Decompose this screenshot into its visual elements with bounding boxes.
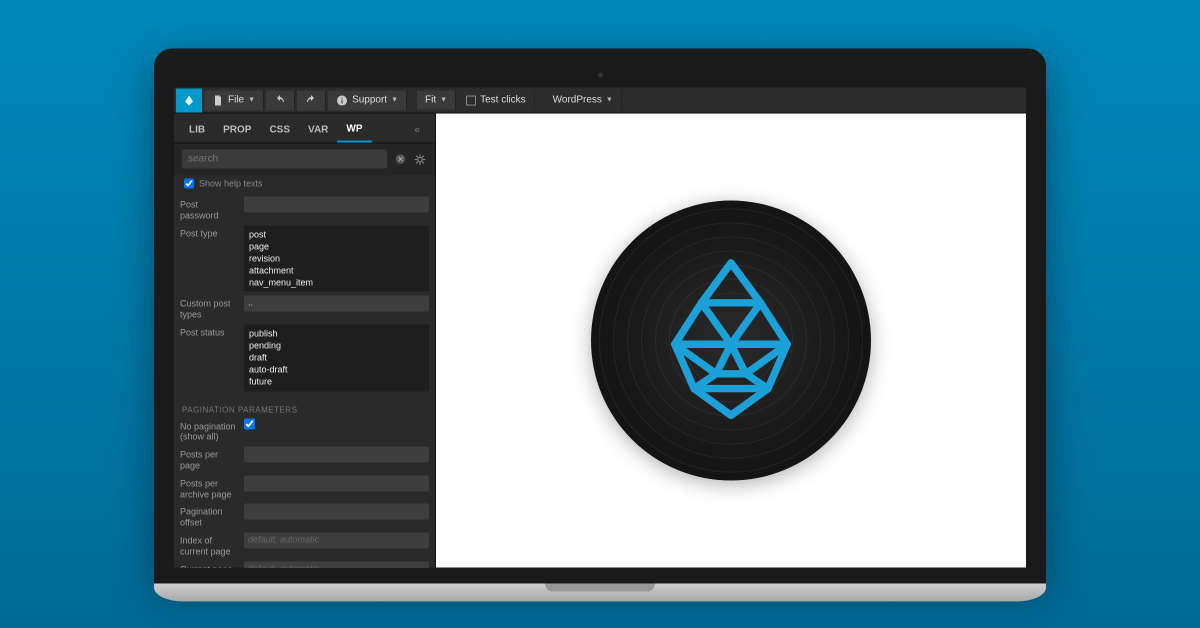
- posts-per-archive-input[interactable]: [244, 475, 429, 491]
- custom-post-types-input[interactable]: ..: [244, 296, 429, 312]
- tab-wp[interactable]: WP: [337, 118, 371, 143]
- wordpress-menu[interactable]: WordPress ▼: [545, 91, 622, 110]
- posts-per-archive-label: Posts per archive page: [180, 475, 238, 500]
- list-item[interactable]: auto-draft: [249, 364, 424, 376]
- list-item[interactable]: page: [249, 240, 424, 252]
- logo-button[interactable]: [176, 88, 202, 112]
- support-menu[interactable]: Support ▼: [328, 90, 407, 110]
- info-icon: [336, 94, 348, 106]
- tab-var[interactable]: VAR: [299, 119, 337, 142]
- properties-panel[interactable]: Post password Post type post page revisi…: [174, 193, 435, 568]
- collapse-sidebar-button[interactable]: «: [405, 119, 429, 142]
- redo-icon: [305, 94, 317, 106]
- tab-prop[interactable]: PROP: [214, 119, 260, 142]
- list-item[interactable]: nav_menu_item: [249, 277, 424, 289]
- clear-search-button[interactable]: [393, 152, 407, 166]
- wordpress-label: WordPress: [553, 95, 602, 106]
- chevron-down-icon: ▼: [606, 97, 613, 104]
- no-pagination-checkbox[interactable]: [244, 418, 255, 429]
- pinegrow-logo-icon: [656, 256, 806, 426]
- list-item[interactable]: pending: [249, 340, 424, 352]
- post-password-label: Post password: [180, 197, 238, 222]
- pagination-offset-input[interactable]: [244, 504, 429, 520]
- checkbox-icon: [466, 95, 476, 105]
- test-clicks-toggle[interactable]: Test clicks: [458, 91, 535, 110]
- top-toolbar: File ▼ Support ▼ Fit ▼: [174, 88, 1026, 114]
- list-item[interactable]: revision: [249, 252, 424, 264]
- chevron-down-icon: ▼: [391, 97, 398, 104]
- post-password-input[interactable]: [244, 197, 429, 213]
- fit-label: Fit: [425, 95, 436, 106]
- show-help-label: Show help texts: [199, 179, 263, 189]
- show-help-checkbox[interactable]: [184, 179, 194, 189]
- posts-per-page-label: Posts per page: [180, 447, 238, 472]
- camera-dot: [598, 73, 603, 78]
- file-icon: [212, 94, 224, 106]
- list-item[interactable]: draft: [249, 352, 424, 364]
- current-static-input[interactable]: default, automatic: [244, 561, 429, 567]
- gear-icon: [414, 153, 426, 165]
- close-icon: [395, 154, 406, 165]
- pinegrow-icon: [183, 94, 195, 106]
- file-label: File: [228, 95, 244, 106]
- settings-button[interactable]: [413, 152, 427, 166]
- test-clicks-label: Test clicks: [480, 95, 526, 106]
- file-menu[interactable]: File ▼: [204, 90, 264, 110]
- list-item[interactable]: publish: [249, 327, 424, 339]
- tab-lib[interactable]: LIB: [180, 119, 214, 142]
- design-canvas[interactable]: [436, 114, 1026, 568]
- left-sidebar: LIB PROP CSS VAR WP «: [174, 114, 436, 568]
- undo-button[interactable]: [266, 90, 295, 110]
- chevron-down-icon: ▼: [440, 97, 447, 104]
- support-label: Support: [352, 95, 387, 106]
- pagination-header: PAGINATION PARAMETERS: [180, 395, 429, 418]
- posts-per-page-input[interactable]: [244, 447, 429, 463]
- search-input[interactable]: [182, 150, 387, 169]
- sidebar-tabs: LIB PROP CSS VAR WP «: [174, 114, 435, 144]
- list-item[interactable]: future: [249, 376, 424, 388]
- list-item[interactable]: post: [249, 228, 424, 240]
- pinegrow-badge: [591, 201, 871, 481]
- pagination-offset-label: Pagination offset: [180, 504, 238, 529]
- post-type-select[interactable]: post page revision attachment nav_menu_i…: [244, 225, 429, 292]
- custom-post-types-label: Custom post types: [180, 296, 238, 321]
- show-help-row[interactable]: Show help texts: [174, 175, 435, 193]
- current-static-label: Current page for static page: [180, 561, 238, 567]
- post-status-label: Post status: [180, 324, 238, 338]
- index-current-label: Index of current page: [180, 533, 238, 558]
- laptop-base: [154, 584, 1046, 602]
- redo-button[interactable]: [297, 90, 326, 110]
- list-item[interactable]: attachment: [249, 265, 424, 277]
- post-status-select[interactable]: publish pending draft auto-draft future: [244, 324, 429, 391]
- post-type-label: Post type: [180, 225, 238, 239]
- no-pagination-label: No pagination (show all): [180, 418, 238, 443]
- chevron-down-icon: ▼: [248, 97, 255, 104]
- index-current-input[interactable]: default, automatic: [244, 533, 429, 549]
- tab-css[interactable]: CSS: [260, 119, 299, 142]
- zoom-fit-button[interactable]: Fit ▼: [417, 91, 456, 110]
- undo-icon: [274, 94, 286, 106]
